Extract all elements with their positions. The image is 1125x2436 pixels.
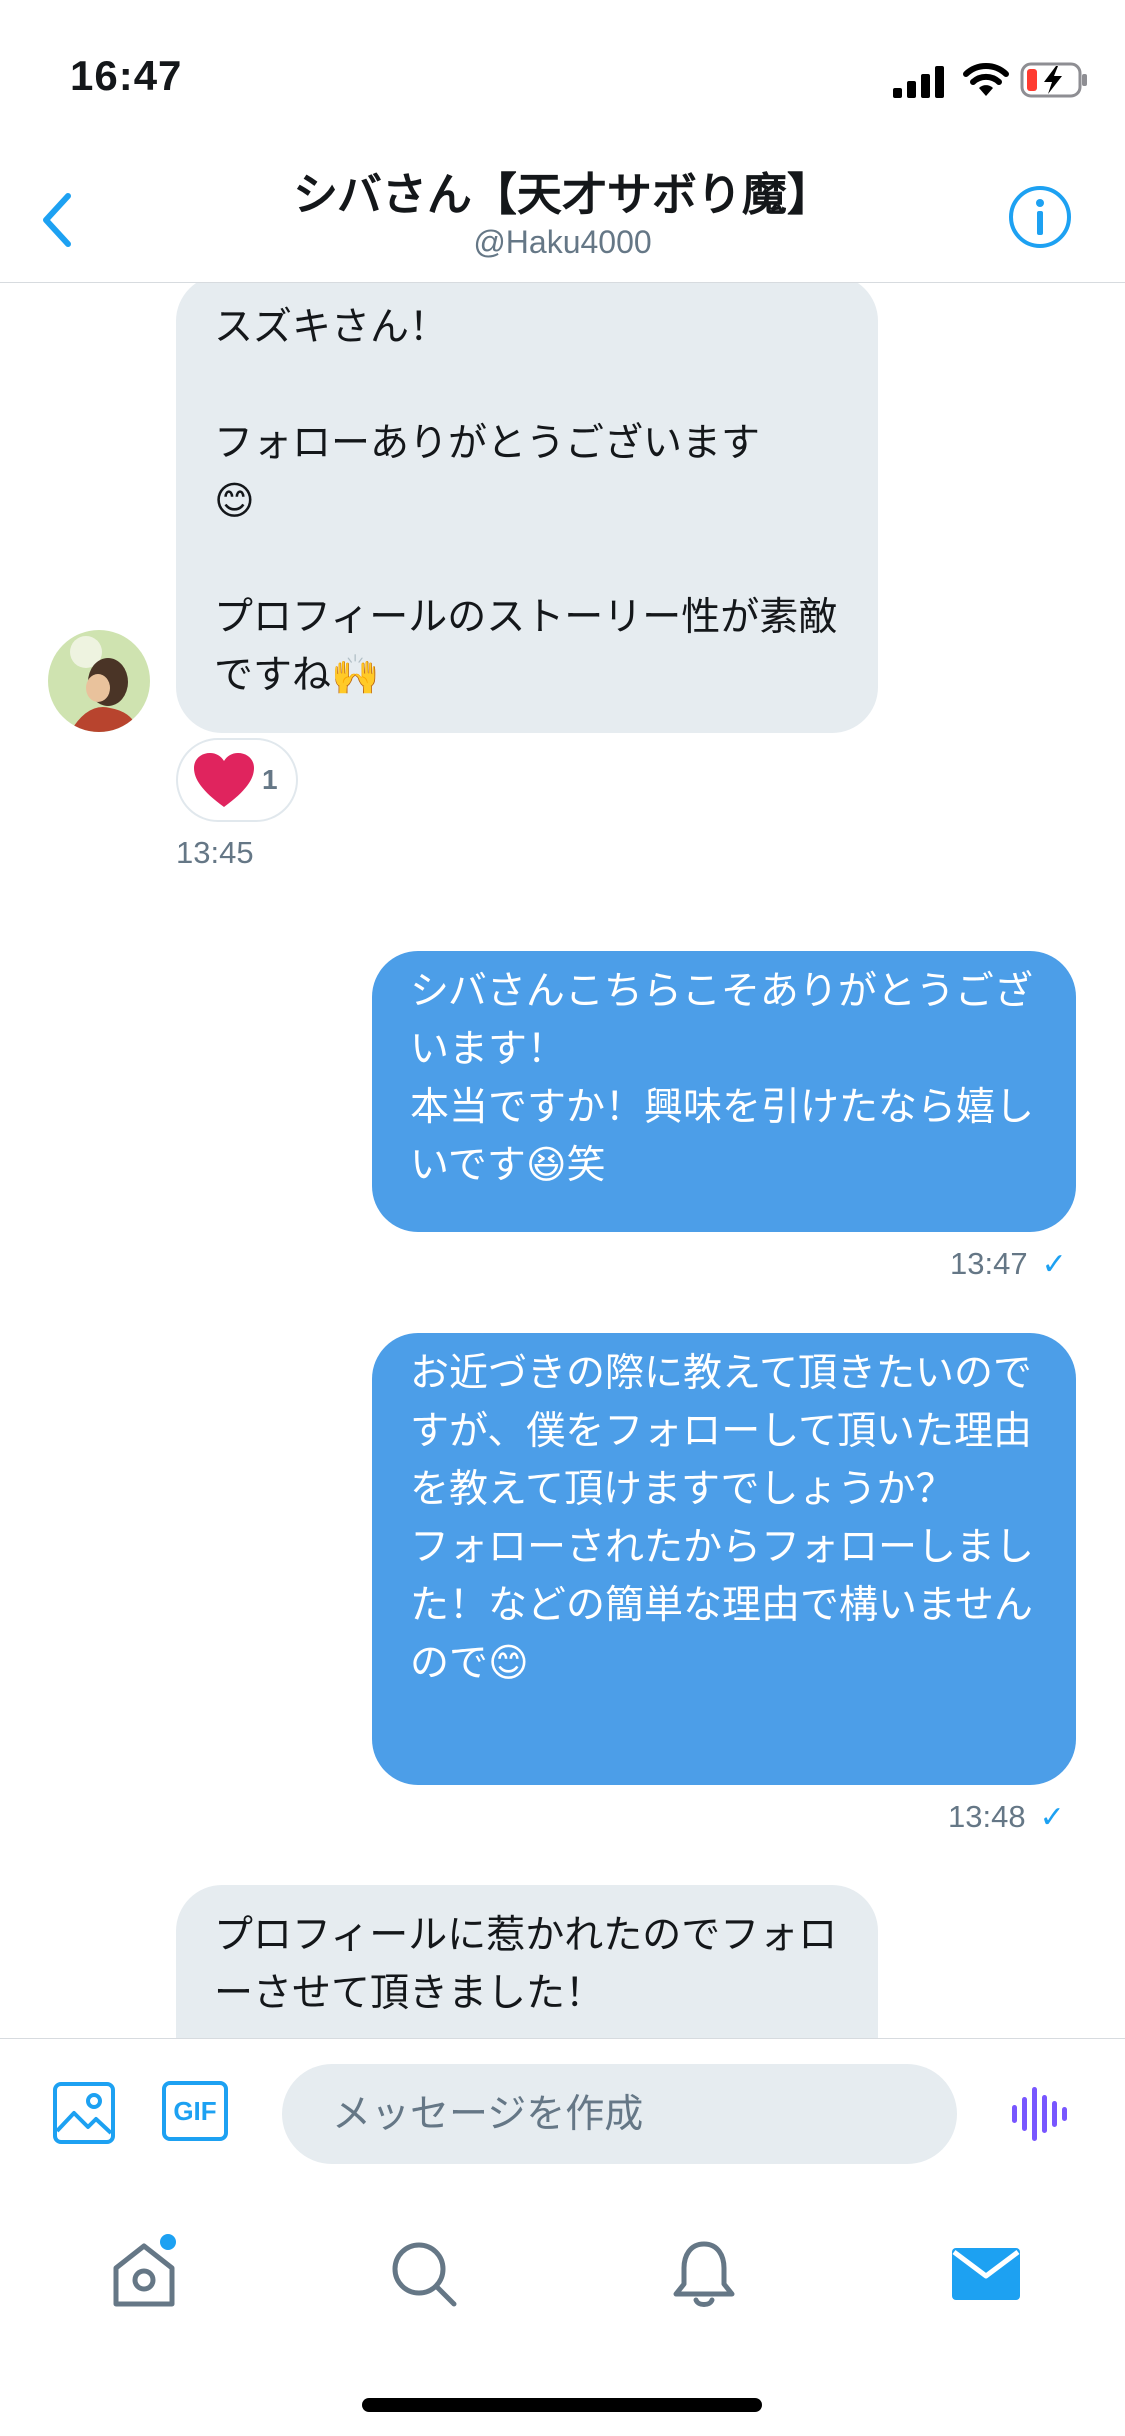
voice-message-icon[interactable]: [1010, 2085, 1068, 2143]
status-time: 16:47: [70, 52, 183, 99]
battery-charging-icon: [1020, 62, 1087, 98]
avatar[interactable]: [48, 630, 150, 732]
message-composer: GIF: [0, 2038, 1125, 2189]
timestamp-text: 13:48: [948, 1799, 1026, 1834]
message-bubble-incoming[interactable]: スズキさん！ フォローありがとうございます 😊 プロフィールのストーリー性が素敵…: [176, 283, 878, 733]
message-bubble-incoming[interactable]: プロフィールに惹かれたのでフォローさせて頂きました！: [176, 1885, 878, 2038]
message-timestamp: 13:45: [176, 835, 254, 871]
timestamp-text: 13:47: [950, 1246, 1028, 1281]
reaction-badge[interactable]: 1: [176, 738, 298, 822]
read-check-icon: ✓: [1041, 1248, 1067, 1281]
cellular-signal-icon: [893, 66, 944, 98]
wifi-icon: [963, 63, 1009, 96]
info-icon[interactable]: [1007, 184, 1073, 250]
search-icon[interactable]: [384, 2234, 464, 2314]
message-input[interactable]: [282, 2064, 957, 2164]
image-icon[interactable]: [52, 2081, 116, 2145]
conversation-title[interactable]: シバさん【天才サボり魔】: [0, 158, 1125, 223]
message-list[interactable]: スズキさん！ フォローありがとうございます 😊 プロフィールのストーリー性が素敵…: [0, 283, 1125, 2038]
reaction-count: 1: [262, 764, 278, 795]
message-timestamp: 13:47 ✓: [950, 1246, 1067, 1282]
gif-button[interactable]: GIF: [162, 2081, 228, 2141]
conversation-handle[interactable]: @Haku4000: [0, 224, 1125, 261]
heart-icon: [194, 753, 254, 807]
home-icon[interactable]: [104, 2234, 184, 2314]
conversation-header: シバさん【天才サボり魔】 @Haku4000: [0, 150, 1125, 283]
message-bubble-outgoing[interactable]: シバさんこちらこそありがとうございます！ 本当ですか！興味を引けたなら嬉しいです…: [372, 951, 1076, 1232]
status-bar: 16:47: [0, 0, 1125, 150]
home-indicator[interactable]: [362, 2398, 762, 2412]
message-bubble-outgoing[interactable]: お近づきの際に教えて頂きたいのですが、僕をフォローして頂いた理由を教えて頂けます…: [372, 1333, 1076, 1785]
read-check-icon: ✓: [1039, 1801, 1065, 1834]
bell-icon[interactable]: [664, 2234, 744, 2314]
mail-icon[interactable]: [946, 2234, 1026, 2314]
timestamp-text: 13:45: [176, 835, 254, 870]
avatar-image: [48, 630, 150, 732]
message-timestamp: 13:48 ✓: [948, 1799, 1065, 1835]
